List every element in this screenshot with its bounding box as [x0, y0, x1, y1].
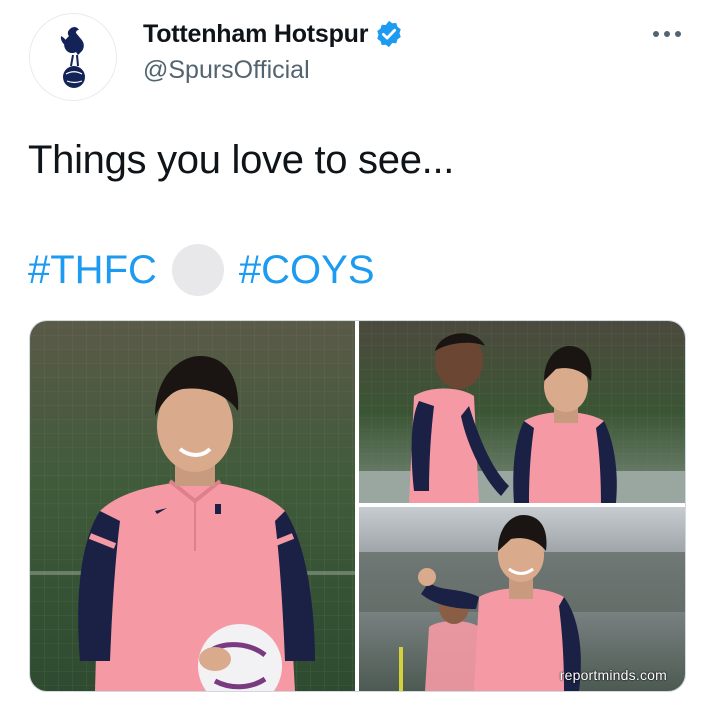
cockerel-crest-icon — [60, 27, 85, 88]
ellipsis-icon — [653, 31, 681, 37]
more-options-button[interactable] — [652, 22, 682, 46]
tweet-text: Things you love to see... — [28, 138, 455, 182]
player-smiling-with-ball-photo — [30, 321, 355, 691]
photo-celebrating[interactable]: reportminds.com — [359, 507, 685, 691]
verified-badge-icon — [377, 20, 402, 48]
author-avatar[interactable] — [29, 13, 117, 101]
emoji-placeholder-icon — [171, 244, 224, 296]
tweet-media-grid: reportminds.com — [29, 320, 686, 692]
watermark-text: reportminds.com — [559, 667, 667, 683]
hashtag-coys-link[interactable]: #COYS — [239, 248, 375, 293]
hashtag-row: #THFC #COYS — [28, 244, 375, 296]
two-players-training-photo — [359, 321, 685, 503]
hashtag-thfc-link[interactable]: #THFC — [28, 248, 157, 293]
author-display-name[interactable]: Tottenham Hotspur — [143, 20, 368, 49]
photo-player-with-ball[interactable] — [30, 321, 355, 691]
author-name-row: Tottenham Hotspur — [143, 18, 404, 50]
player-celebrating-photo — [359, 507, 685, 691]
photo-two-players[interactable] — [359, 321, 685, 503]
author-handle[interactable]: @SpursOfficial — [143, 56, 310, 85]
